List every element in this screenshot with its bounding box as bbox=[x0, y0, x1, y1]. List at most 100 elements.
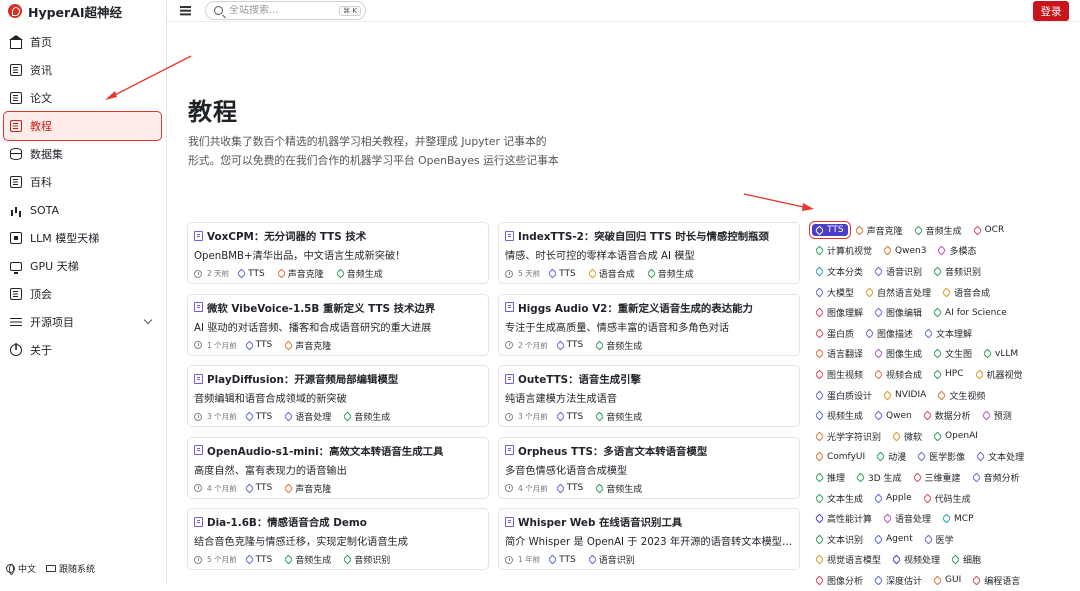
filter-tag[interactable]: 图像生成 bbox=[871, 346, 926, 361]
filter-tag[interactable]: 声音克隆 bbox=[852, 223, 907, 238]
card-tag[interactable]: TTS bbox=[242, 482, 277, 494]
card-tag[interactable]: TTS bbox=[553, 482, 588, 494]
filter-tag[interactable]: 文本处理 bbox=[973, 449, 1028, 464]
card-tag[interactable]: 音频生成 bbox=[592, 409, 646, 424]
sidebar-item-1[interactable]: 资讯 bbox=[4, 56, 161, 84]
tutorial-card[interactable]: Whisper Web 在线语音识别工具 简介 Whisper 是 OpenAI … bbox=[498, 508, 800, 570]
filter-tag[interactable]: 预测 bbox=[979, 408, 1016, 423]
card-tag[interactable]: TTS bbox=[242, 339, 277, 351]
card-tag[interactable]: 音频生成 bbox=[333, 266, 387, 281]
search-input[interactable] bbox=[229, 5, 329, 16]
card-tag[interactable]: 语音识别 bbox=[585, 552, 639, 567]
filter-tag[interactable]: 音频分析 bbox=[969, 470, 1024, 485]
filter-tag[interactable]: Qwen3 bbox=[880, 245, 930, 257]
card-tag[interactable]: 声音克隆 bbox=[281, 338, 335, 353]
tutorial-card[interactable]: VoxCPM：无分词器的 TTS 技术 OpenBMB+清华出品，中文语言生成新突… bbox=[187, 222, 489, 284]
filter-tag[interactable]: 光学字符识别 bbox=[812, 429, 885, 444]
filter-tag[interactable]: ComfyUI bbox=[812, 451, 869, 463]
card-tag[interactable]: TTS bbox=[545, 554, 580, 566]
sidebar-item-2[interactable]: 论文 bbox=[4, 84, 161, 112]
tutorial-card[interactable]: Orpheus TTS：多语言文本转语音模型 多音色情感化语音合成模型 4 个月前 T… bbox=[498, 436, 800, 499]
theme-switch[interactable]: 跟随系统 bbox=[46, 562, 95, 575]
filter-tag[interactable]: 文生视频 bbox=[934, 388, 989, 403]
card-tag[interactable]: TTS bbox=[553, 339, 588, 351]
filter-tag[interactable]: MCP bbox=[939, 513, 977, 525]
card-tag[interactable]: 音频生成 bbox=[592, 338, 646, 353]
filter-tag[interactable]: 细胞 bbox=[948, 552, 985, 567]
filter-tag[interactable]: NVIDIA bbox=[880, 389, 930, 401]
filter-tag[interactable]: 视觉语言模型 bbox=[812, 552, 885, 567]
filter-tag[interactable]: 医学影像 bbox=[914, 449, 969, 464]
filter-tag[interactable]: 高性能计算 bbox=[812, 511, 876, 526]
card-tag[interactable]: 音频识别 bbox=[340, 552, 394, 567]
filter-tag[interactable]: 语音处理 bbox=[880, 511, 935, 526]
filter-tag[interactable]: TTS bbox=[809, 221, 851, 240]
sidebar-item-3[interactable]: 教程 bbox=[3, 111, 162, 141]
filter-tag[interactable]: 视频生成 bbox=[812, 408, 867, 423]
card-tag[interactable]: 音频生成 bbox=[644, 266, 698, 281]
card-tag[interactable]: 语音处理 bbox=[281, 409, 335, 424]
card-tag[interactable]: 音频生成 bbox=[592, 481, 646, 496]
card-tag[interactable]: TTS bbox=[545, 268, 580, 280]
filter-tag[interactable]: 图像编辑 bbox=[871, 305, 926, 320]
card-tag[interactable]: 声音克隆 bbox=[274, 266, 328, 281]
filter-tag[interactable]: 图像分析 bbox=[812, 573, 867, 588]
sidebar-item-7[interactable]: LLM 模型天梯 bbox=[4, 224, 161, 252]
filter-tag[interactable]: 视频处理 bbox=[889, 552, 944, 567]
filter-tag[interactable]: OCR bbox=[970, 224, 1009, 236]
filter-tag[interactable]: 推理 bbox=[812, 470, 849, 485]
filter-tag[interactable]: 自然语言处理 bbox=[862, 285, 935, 300]
filter-tag[interactable]: 计算机视觉 bbox=[812, 243, 876, 258]
filter-tag[interactable]: 医学 bbox=[921, 532, 958, 547]
filter-tag[interactable]: 语音合成 bbox=[939, 285, 994, 300]
filter-tag[interactable]: 视频合成 bbox=[871, 367, 926, 382]
card-tag[interactable]: TTS bbox=[242, 554, 277, 566]
card-tag[interactable]: 声音克隆 bbox=[281, 481, 335, 496]
filter-tag[interactable]: 动漫 bbox=[873, 449, 910, 464]
filter-tag[interactable]: 大模型 bbox=[812, 285, 858, 300]
sidebar-item-9[interactable]: 顶会 bbox=[4, 280, 161, 308]
filter-tag[interactable]: 三维重建 bbox=[910, 470, 965, 485]
filter-tag[interactable]: 数据分析 bbox=[920, 408, 975, 423]
filter-tag[interactable]: 文本理解 bbox=[921, 326, 976, 341]
filter-tag[interactable]: 微软 bbox=[889, 429, 926, 444]
filter-tag[interactable]: 图生视频 bbox=[812, 367, 867, 382]
filter-tag[interactable]: AI for Science bbox=[930, 307, 1011, 319]
sidebar-item-11[interactable]: 关于 bbox=[4, 336, 161, 364]
card-tag[interactable]: TTS bbox=[242, 411, 277, 423]
filter-tag[interactable]: 蛋白质设计 bbox=[812, 388, 876, 403]
chevron-down-icon[interactable] bbox=[143, 315, 153, 325]
filter-tag[interactable]: 文生图 bbox=[930, 346, 976, 361]
sidebar-item-6[interactable]: SOTA bbox=[4, 196, 161, 224]
filter-tag[interactable]: 图像理解 bbox=[812, 305, 867, 320]
tutorial-card[interactable]: PlayDiffusion：开源音频局部编辑模型 音频编辑和语音合成领域的新突破 3… bbox=[187, 365, 489, 427]
filter-tag[interactable]: 文本分类 bbox=[812, 264, 867, 279]
filter-tag[interactable]: 音频识别 bbox=[930, 264, 985, 279]
card-tag[interactable]: 音频生成 bbox=[340, 409, 394, 424]
filter-tag[interactable]: Qwen bbox=[871, 410, 916, 422]
card-tag[interactable]: TTS bbox=[553, 411, 588, 423]
filter-tag[interactable]: 编程语言 bbox=[969, 573, 1024, 588]
login-button[interactable]: 登录 bbox=[1033, 1, 1069, 21]
filter-tag[interactable]: OpenAI bbox=[930, 430, 982, 442]
filter-tag[interactable]: 蛋白质 bbox=[812, 326, 858, 341]
card-tag[interactable]: 音频生成 bbox=[281, 552, 335, 567]
filter-tag[interactable]: GUI bbox=[930, 574, 965, 586]
filter-tag[interactable]: 3D 生成 bbox=[853, 470, 906, 485]
tutorial-card[interactable]: Higgs Audio V2：重新定义语音生成的表达能力 专注于生成高质量、情感丰… bbox=[498, 293, 800, 356]
brand[interactable]: HyperAI超神经 bbox=[8, 3, 122, 20]
filter-tag[interactable]: 语言翻译 bbox=[812, 346, 867, 361]
sidebar-item-8[interactable]: GPU 天梯 bbox=[4, 252, 161, 280]
language-switch[interactable]: 中文 bbox=[6, 562, 36, 575]
tutorial-card[interactable]: OpenAudio-s1-mini：高效文本转语音生成工具 高度自然、富有表现力的… bbox=[187, 436, 489, 499]
filter-tag[interactable]: 机器视觉 bbox=[972, 367, 1027, 382]
card-tag[interactable]: 语音合成 bbox=[585, 266, 639, 281]
search-box[interactable]: ⌘ K bbox=[205, 1, 366, 20]
sidebar-item-10[interactable]: 开源项目 bbox=[4, 308, 161, 336]
filter-tag[interactable]: 文本生成 bbox=[812, 491, 867, 506]
filter-tag[interactable]: 文本识别 bbox=[812, 532, 867, 547]
card-tag[interactable]: TTS bbox=[234, 268, 269, 280]
tutorial-card[interactable]: IndexTTS-2：突破自回归 TTS 时长与情感控制瓶颈 情感、时长可控的零样… bbox=[498, 222, 800, 284]
filter-tag[interactable]: HPC bbox=[930, 368, 967, 380]
tutorial-card[interactable]: OuteTTS：语音生成引擎 纯语言建模方法生成语音 3 个月前 TTS 音频生成 bbox=[498, 365, 800, 427]
